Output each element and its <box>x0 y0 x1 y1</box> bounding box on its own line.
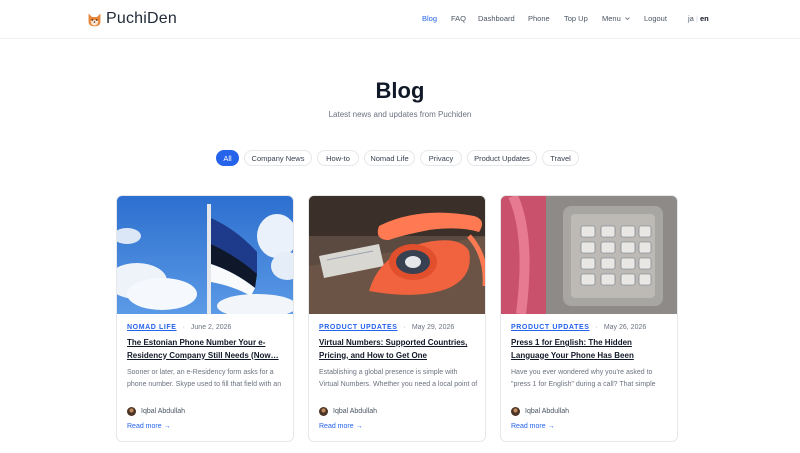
nav-logout[interactable]: Logout <box>644 14 667 23</box>
lang-separator: | <box>696 14 698 23</box>
filter-all[interactable]: All <box>216 150 239 166</box>
post-meta: PRODUCT UPDATES · May 26, 2026 <box>511 324 646 331</box>
nav-menu[interactable]: Menu <box>602 14 630 23</box>
avatar <box>511 407 520 416</box>
author-name: Iqbal Abdullah <box>333 408 377 415</box>
post-author: Iqbal Abdullah <box>511 407 569 416</box>
lang-ja[interactable]: ja <box>688 14 694 23</box>
main-nav: Blog FAQ Dashboard Phone Top Up Menu Log… <box>0 14 800 26</box>
blog-card[interactable]: NOMAD LIFE · June 2, 2026 The Estonian Pho… <box>116 195 294 442</box>
filter-privacy[interactable]: Privacy <box>420 150 462 166</box>
nav-dashboard[interactable]: Dashboard <box>478 14 515 23</box>
page-subtitle: Latest news and updates from Puchiden <box>328 110 472 119</box>
post-author: Iqbal Abdullah <box>127 407 185 416</box>
meta-separator: · <box>403 324 406 331</box>
post-excerpt: Sooner or later, an e-Residency form ask… <box>127 369 282 388</box>
nav-faq[interactable]: FAQ <box>451 14 466 23</box>
post-category[interactable]: PRODUCT UPDATES <box>319 324 397 331</box>
category-filters: All Company News How-to Nomad Life Priva… <box>0 150 800 166</box>
post-date: June 2, 2026 <box>190 324 232 331</box>
post-meta: PRODUCT UPDATES · May 29, 2026 <box>319 324 454 331</box>
post-excerpt: Establishing a global presence is simple… <box>319 369 478 388</box>
author-name: Iqbal Abdullah <box>141 408 185 415</box>
estonian-flag-photo[interactable] <box>117 196 293 314</box>
post-title[interactable]: Press 1 for English: The Hidden Language… <box>511 337 671 363</box>
post-excerpt: Have you ever wondered why you're asked … <box>511 369 656 388</box>
filter-company-news[interactable]: Company News <box>244 150 312 166</box>
post-category[interactable]: NOMAD LIFE <box>127 324 177 331</box>
avatar <box>319 407 328 416</box>
post-category[interactable]: PRODUCT UPDATES <box>511 324 589 331</box>
post-author: Iqbal Abdullah <box>319 407 377 416</box>
filter-nomad-life[interactable]: Nomad Life <box>364 150 415 166</box>
post-title[interactable]: Virtual Numbers: Supported Countries, Pr… <box>319 337 479 363</box>
lang-en[interactable]: en <box>700 14 709 23</box>
filter-travel[interactable]: Travel <box>542 150 579 166</box>
post-date: May 29, 2026 <box>411 324 455 331</box>
nav-phone[interactable]: Phone <box>528 14 550 23</box>
filter-how-to[interactable]: How-to <box>317 150 359 166</box>
site-header: PuchiDen Blog FAQ Dashboard Phone Top Up… <box>0 0 800 39</box>
page-title: Blog <box>375 78 425 103</box>
nav-blog[interactable]: Blog <box>422 14 437 23</box>
filter-product-updates[interactable]: Product Updates <box>467 150 537 166</box>
author-name: Iqbal Abdullah <box>525 408 569 415</box>
meta-separator: · <box>595 324 598 331</box>
read-more-link[interactable]: Read more → <box>511 423 555 430</box>
orange-rotary-phone-photo[interactable] <box>309 196 485 314</box>
post-meta: NOMAD LIFE · June 2, 2026 <box>127 324 231 331</box>
nav-menu-label: Menu <box>602 14 621 23</box>
read-more-link[interactable]: Read more → <box>319 423 363 430</box>
read-more-link[interactable]: Read more → <box>127 423 171 430</box>
avatar <box>127 407 136 416</box>
post-title[interactable]: The Estonian Phone Number Your e-Residen… <box>127 337 287 363</box>
blog-card[interactable]: PRODUCT UPDATES · May 26, 2026 Press 1 for… <box>500 195 678 442</box>
nav-top-up[interactable]: Top Up <box>564 14 588 23</box>
post-date: May 26, 2026 <box>603 324 647 331</box>
blog-card[interactable]: PRODUCT UPDATES · May 29, 2026 Virtual Num… <box>308 195 486 442</box>
chevron-down-icon <box>625 17 630 21</box>
meta-separator: · <box>182 324 185 331</box>
payphone-keypad-photo[interactable] <box>501 196 677 314</box>
